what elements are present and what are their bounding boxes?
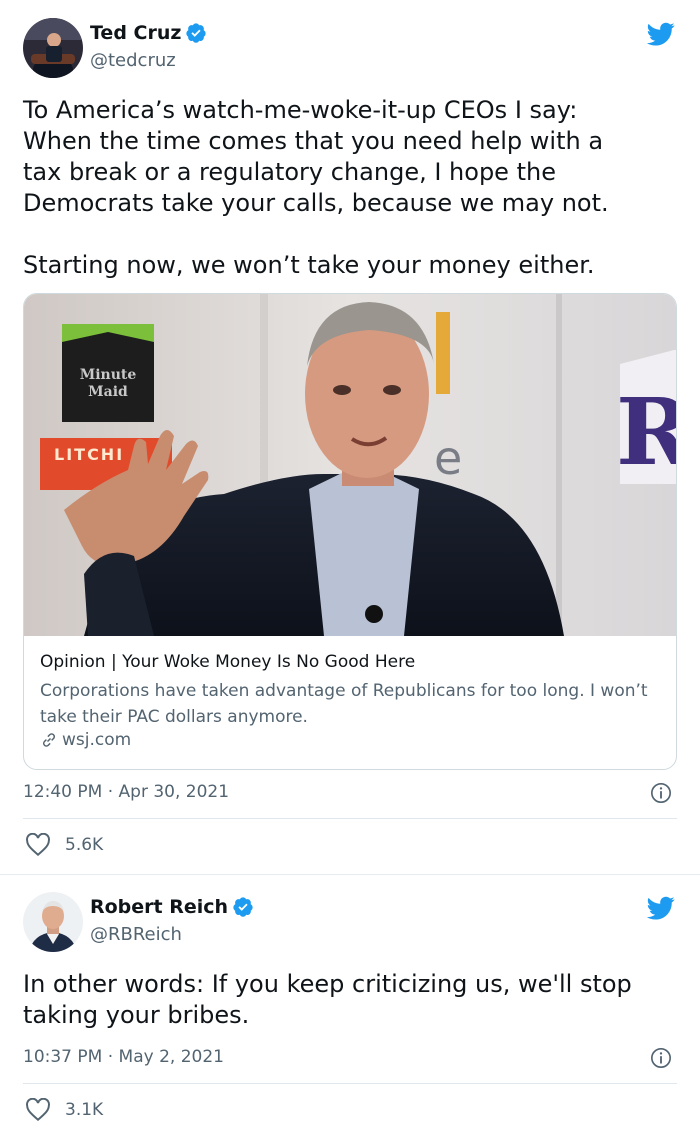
author-handle[interactable]: @RBReich — [90, 924, 182, 945]
info-icon[interactable] — [650, 1047, 672, 1069]
heart-icon — [26, 1098, 50, 1122]
author-display-name[interactable]: Ted Cruz — [90, 22, 181, 44]
like-count: 5.6K — [65, 835, 104, 855]
like-count: 3.1K — [65, 1100, 104, 1120]
author-name-row: Ted Cruz — [90, 22, 207, 44]
brand-logo-text: Minute — [80, 367, 137, 383]
link-icon — [42, 733, 56, 747]
tweet-text: To America’s watch-me-woke-it-up CEOs I … — [23, 96, 609, 279]
link-card-domain[interactable]: wsj.com — [40, 730, 131, 750]
product-sign-text: LITCHI — [54, 445, 124, 464]
tweet-ted-cruz: Ted Cruz @tedcruz To America’s watch-me-… — [0, 0, 700, 874]
author-display-name[interactable]: Robert Reich — [90, 896, 228, 918]
like-button[interactable]: 5.6K — [25, 833, 103, 857]
svg-text:Maid: Maid — [88, 384, 128, 400]
link-card-image: Minute Maid LITCHI R e — [24, 294, 677, 636]
author-handle[interactable]: @tedcruz — [90, 50, 176, 71]
like-button[interactable]: 3.1K — [25, 1098, 103, 1122]
divider — [23, 1083, 677, 1084]
link-card-description: Corporations have taken advantage of Rep… — [40, 681, 648, 727]
twitter-bird-icon[interactable] — [645, 20, 677, 48]
info-icon[interactable] — [650, 782, 672, 804]
twitter-bird-icon[interactable] — [645, 894, 677, 922]
verified-badge-icon — [233, 897, 253, 917]
tweet-timestamp[interactable]: 10:37 PM · May 2, 2021 — [23, 1047, 224, 1067]
link-card-title[interactable]: Opinion | Your Woke Money Is No Good Her… — [40, 652, 415, 672]
divider — [23, 818, 677, 819]
sign-letter: R — [616, 378, 677, 486]
author-name-row: Robert Reich — [90, 896, 254, 918]
verified-badge-icon — [186, 23, 207, 43]
heart-icon — [26, 833, 50, 857]
link-card-domain-text: wsj.com — [62, 730, 132, 750]
tweet-text: In other words: If you keep criticizing … — [23, 970, 632, 1029]
svg-text:e: e — [434, 431, 462, 485]
avatar-robert-reich[interactable] — [23, 892, 83, 952]
tweet-robert-reich: Robert Reich @RBReich In other words: If… — [0, 874, 700, 1137]
link-card[interactable]: Minute Maid LITCHI R e — [23, 293, 677, 770]
tweet-timestamp[interactable]: 12:40 PM · Apr 30, 2021 — [23, 782, 229, 802]
avatar-ted-cruz[interactable] — [23, 18, 83, 78]
